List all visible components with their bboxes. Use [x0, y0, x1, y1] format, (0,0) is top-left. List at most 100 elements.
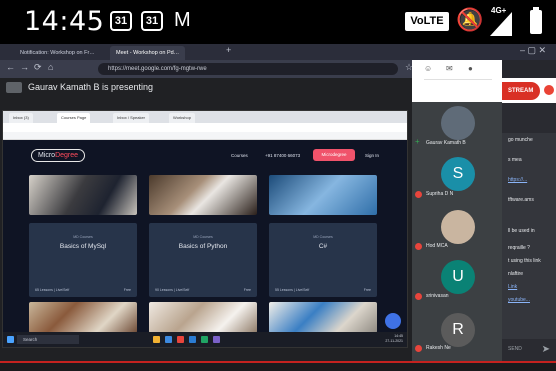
teams-icon [213, 336, 220, 343]
add-icon: + [415, 137, 420, 146]
windows-start-icon [7, 336, 14, 343]
course-image [149, 175, 257, 215]
participant-avatar: R [441, 313, 475, 347]
site-nav-signin: Sign In [365, 153, 380, 158]
folder-icon [153, 336, 160, 343]
host-badge-icon [415, 191, 422, 198]
course-meta: 65 Lessons | Live/Self [35, 288, 70, 292]
course-image [269, 302, 377, 333]
course-price: Free [243, 288, 251, 292]
chat-message: go munche [508, 137, 533, 143]
windows-taskbar: Search 14:45 27-11-2021 [3, 332, 407, 347]
shared-tab: Inbox (3) [9, 113, 33, 123]
home-icon[interactable]: ⌂ [48, 62, 53, 72]
shared-tab: Workshop [169, 113, 195, 123]
course-meta: 55 Lessons | Live/Self [275, 288, 310, 292]
course-image [29, 302, 137, 333]
participant-avatar [441, 210, 475, 244]
progress-line [0, 361, 556, 363]
meet-panel-header: ☺ ✉ ● [412, 60, 502, 102]
browser-tab[interactable]: Notification: Workshop on Fr… [14, 46, 101, 60]
chat-bubble-icon [385, 313, 401, 329]
course-card: MD Courses Basics of MySql 65 Lessons | … [29, 223, 137, 297]
back-icon[interactable]: ← [6, 62, 15, 72]
volte-badge: VoLTE [405, 12, 449, 31]
browser-tab-active[interactable]: Meet - Workshop on Pd… [110, 46, 186, 60]
participant-name: Supriha D N [426, 191, 454, 197]
participant-name: Rakesh Ne [426, 345, 451, 351]
battery-icon [530, 7, 542, 34]
participant-avatar: U [441, 260, 475, 294]
status-bar: 14:45 31 31 M VoLTE 🔕 4G+ [0, 0, 556, 44]
course-card: MD Courses C# 55 Lessons | Live/Self Fre… [269, 223, 377, 297]
window-controls-icon[interactable]: – ▢ ✕ [520, 45, 546, 56]
excel-icon [201, 336, 208, 343]
forward-icon[interactable]: → [20, 62, 29, 72]
host-badge-icon [415, 293, 422, 300]
presenting-text: Gaurav Kamath B is presenting [28, 82, 154, 92]
chat-input[interactable]: SEND ➤ [502, 339, 556, 361]
chat-link[interactable]: youtube... [508, 297, 530, 303]
calendar-icon: 31 [110, 11, 132, 31]
activities-icon[interactable]: ● [468, 64, 473, 73]
signal-icon [490, 12, 512, 36]
chat-icon[interactable]: ✉ [446, 64, 453, 73]
clock-time: 14:45 [24, 6, 105, 37]
live-stream-badge[interactable]: STREAM [502, 82, 540, 100]
taskbar-search: Search [17, 335, 79, 344]
chat-panel-toolbar [502, 60, 556, 78]
course-meta: 90 Lessons | Live/Self [155, 288, 190, 292]
participant-name: Gaurav Kamath B [426, 140, 466, 146]
chat-message: nlaftire [508, 271, 524, 277]
send-icon[interactable]: ➤ [542, 344, 550, 355]
mute-bell-icon: 🔕 [456, 7, 484, 32]
site-logo: MicroDegree [31, 149, 85, 162]
chat-input-placeholder: SEND [508, 346, 522, 352]
site-nav-courses: Courses [231, 153, 248, 158]
course-tag: MD Courses [193, 235, 213, 239]
chat-header [502, 103, 556, 133]
course-price: Free [123, 288, 131, 292]
participant-avatar: S [441, 157, 475, 191]
participant-list: + Gaurav Kamath B S Supriha D N Hod MCA … [412, 102, 502, 361]
taskbar-clock: 14:45 27-11-2021 [385, 334, 403, 343]
participant-name: Hod MCA [426, 243, 448, 249]
host-badge-icon [415, 345, 422, 352]
panel-divider [424, 79, 492, 95]
people-icon[interactable]: ☺ [424, 64, 432, 73]
shared-address-bar [3, 123, 407, 132]
chat-link[interactable]: Link [508, 284, 517, 290]
chrome-icon [177, 336, 184, 343]
chat-panel: STREAM go munche s mea https://... tftwa… [502, 60, 556, 361]
course-title: Basics of Python [178, 243, 228, 250]
presenting-banner: Gaurav Kamath B is presenting [6, 82, 154, 94]
address-bar[interactable]: https://meet.google.com/fg-mgtw-rwe [98, 63, 398, 75]
course-image [149, 302, 257, 333]
chat-message: t using this link [508, 258, 541, 264]
calendar-icon: 31 [141, 11, 163, 31]
shared-screen: Inbox (3) Courses Page Inbox / Speaker W… [2, 110, 408, 348]
edge-icon [165, 336, 172, 343]
chat-message: ll be used in [508, 228, 535, 234]
reload-icon[interactable]: ⟳ [34, 62, 42, 73]
gmail-icon: M [174, 9, 191, 31]
shared-tab: Inbox / Speaker [113, 113, 150, 123]
record-icon[interactable] [542, 83, 556, 97]
website-content: MicroDegree Courses +91 87400 66073 Micr… [3, 140, 407, 333]
course-card: MD Courses Basics of Python 90 Lessons |… [149, 223, 257, 297]
participant-name: srinivasan [426, 293, 449, 299]
present-screen-icon [6, 82, 22, 94]
word-icon [189, 336, 196, 343]
course-image [29, 175, 137, 215]
chat-message: reqraille ? [508, 245, 530, 251]
course-price: Free [363, 288, 371, 292]
site-nav-button: Microdegree [313, 149, 355, 161]
course-image [269, 175, 377, 215]
chat-messages: go munche s mea https://... tftware.ams … [502, 133, 556, 339]
shared-browser-tabs: Inbox (3) Courses Page Inbox / Speaker W… [3, 111, 407, 123]
course-tag: MD Courses [313, 235, 333, 239]
new-tab-icon[interactable]: + [226, 45, 231, 55]
chat-link[interactable]: https://... [508, 177, 527, 183]
chat-message: tftware.ams [508, 197, 534, 203]
course-title: Basics of MySql [59, 243, 107, 250]
